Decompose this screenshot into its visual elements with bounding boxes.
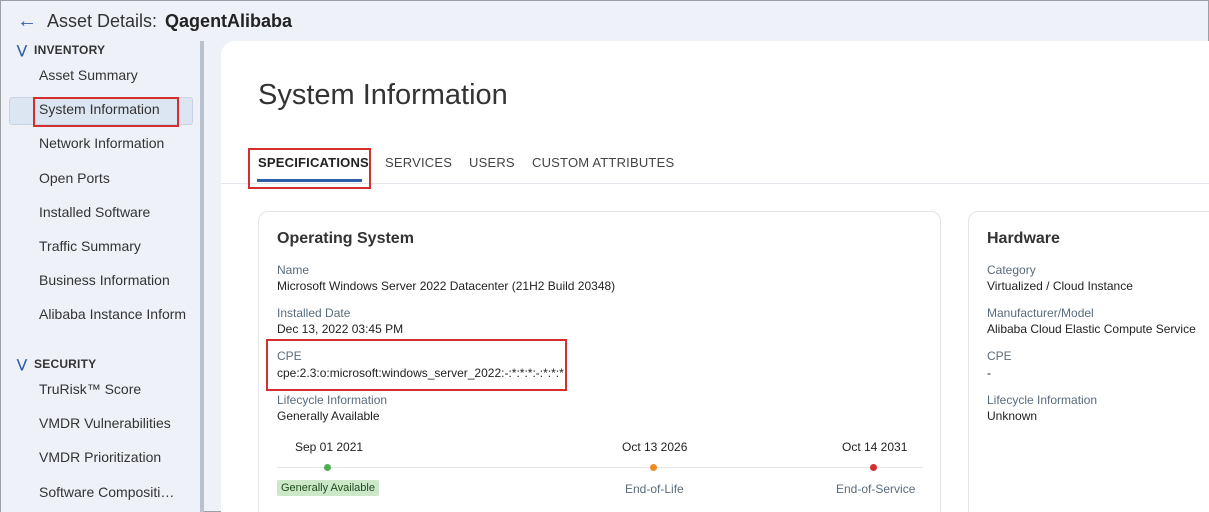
sidebar-item-software-composition[interactable]: Software Compositi…: [39, 484, 197, 500]
timeline-dot-eol: [650, 464, 657, 471]
page-title: System Information: [258, 79, 508, 111]
tab-bar: SPECIFICATIONS SERVICES USERS CUSTOM ATT…: [221, 151, 1209, 184]
timeline-date-eol: Oct 13 2026: [622, 440, 688, 454]
security-section-toggle[interactable]: ⋁ SECURITY: [17, 357, 96, 371]
main-panel: System Information SPECIFICATIONS SERVIC…: [221, 41, 1209, 512]
timeline-dot-eos: [870, 464, 877, 471]
arrow-left-icon[interactable]: ←: [17, 11, 37, 31]
sidebar: ⋁ INVENTORY Asset Summary System Informa…: [1, 41, 201, 512]
card-title-hardware: Hardware: [987, 230, 1060, 247]
card-title-operating-system: Operating System: [277, 230, 414, 247]
timeline-label-ga: Generally Available: [277, 480, 379, 496]
os-cpe-value: cpe:2.3:o:microsoft:windows_server_2022:…: [277, 366, 564, 380]
timeline-dot-ga: [324, 464, 331, 471]
hw-lifecycle-label: Lifecycle Information: [987, 393, 1098, 407]
hw-cpe-label: CPE: [987, 349, 1012, 363]
hw-manufacturer-label: Manufacturer/Model: [987, 306, 1094, 320]
inventory-heading: INVENTORY: [34, 43, 106, 57]
sidebar-item-business-information[interactable]: Business Information: [39, 272, 197, 288]
sidebar-item-trurisk-score[interactable]: TruRisk™ Score: [39, 381, 197, 397]
sidebar-item-open-ports[interactable]: Open Ports: [39, 170, 197, 186]
security-heading: SECURITY: [34, 357, 97, 371]
sidebar-item-traffic-summary[interactable]: Traffic Summary: [39, 238, 197, 254]
inventory-section-toggle[interactable]: ⋁ INVENTORY: [17, 43, 105, 57]
timeline-date-ga: Sep 01 2021: [295, 440, 364, 454]
installed-date-value: Dec 13, 2022 03:45 PM: [277, 322, 404, 336]
os-name-value: Microsoft Windows Server 2022 Datacenter…: [277, 279, 616, 293]
chevron-down-double-icon: ⋁: [17, 357, 28, 371]
hw-category-label: Category: [987, 263, 1036, 277]
page-header-prefix: Asset Details:: [47, 10, 158, 31]
sidebar-item-asset-summary[interactable]: Asset Summary: [39, 67, 197, 83]
asset-name: QagentAlibaba: [165, 10, 293, 31]
hw-cpe-value: -: [987, 366, 991, 380]
tab-specifications[interactable]: SPECIFICATIONS: [258, 155, 369, 170]
sidebar-item-vmdr-vulnerabilities[interactable]: VMDR Vulnerabilities: [39, 415, 197, 431]
timeline-date-eos: Oct 14 2031: [842, 440, 908, 454]
installed-date-label: Installed Date: [277, 306, 351, 320]
hw-category-value: Virtualized / Cloud Instance: [987, 279, 1133, 293]
os-cpe-label: CPE: [277, 349, 302, 363]
timeline-label-eol: End-of-Life: [625, 482, 684, 496]
sidebar-item-vmdr-prioritization[interactable]: VMDR Prioritization: [39, 449, 197, 465]
lifecycle-value: Generally Available: [277, 409, 380, 423]
lifecycle-timeline-line: [277, 467, 923, 468]
os-name-label: Name: [277, 263, 310, 277]
hw-lifecycle-value: Unknown: [987, 409, 1038, 423]
sidebar-scrollbar[interactable]: [200, 41, 204, 512]
sidebar-item-system-information[interactable]: System Information: [39, 101, 197, 117]
operating-system-card: Operating System Name Microsoft Windows …: [258, 211, 941, 512]
lifecycle-label: Lifecycle Information: [277, 393, 388, 407]
tab-services[interactable]: SERVICES: [385, 155, 452, 170]
tab-custom-attributes[interactable]: CUSTOM ATTRIBUTES: [532, 155, 674, 170]
sidebar-item-alibaba-instance[interactable]: Alibaba Instance Inform: [39, 306, 197, 322]
active-tab-underline: [257, 179, 362, 182]
tab-users[interactable]: USERS: [469, 155, 515, 170]
chevron-down-double-icon: ⋁: [17, 43, 28, 57]
sidebar-item-installed-software[interactable]: Installed Software: [39, 204, 197, 220]
timeline-label-eos: End-of-Service: [836, 482, 916, 496]
header-bar: ← Asset Details: QagentAlibaba: [1, 1, 1208, 41]
hardware-card: Hardware Category Virtualized / Cloud In…: [968, 211, 1209, 512]
hw-manufacturer-value: Alibaba Cloud Elastic Compute Service: [987, 322, 1196, 336]
sidebar-item-network-information[interactable]: Network Information: [39, 135, 197, 151]
